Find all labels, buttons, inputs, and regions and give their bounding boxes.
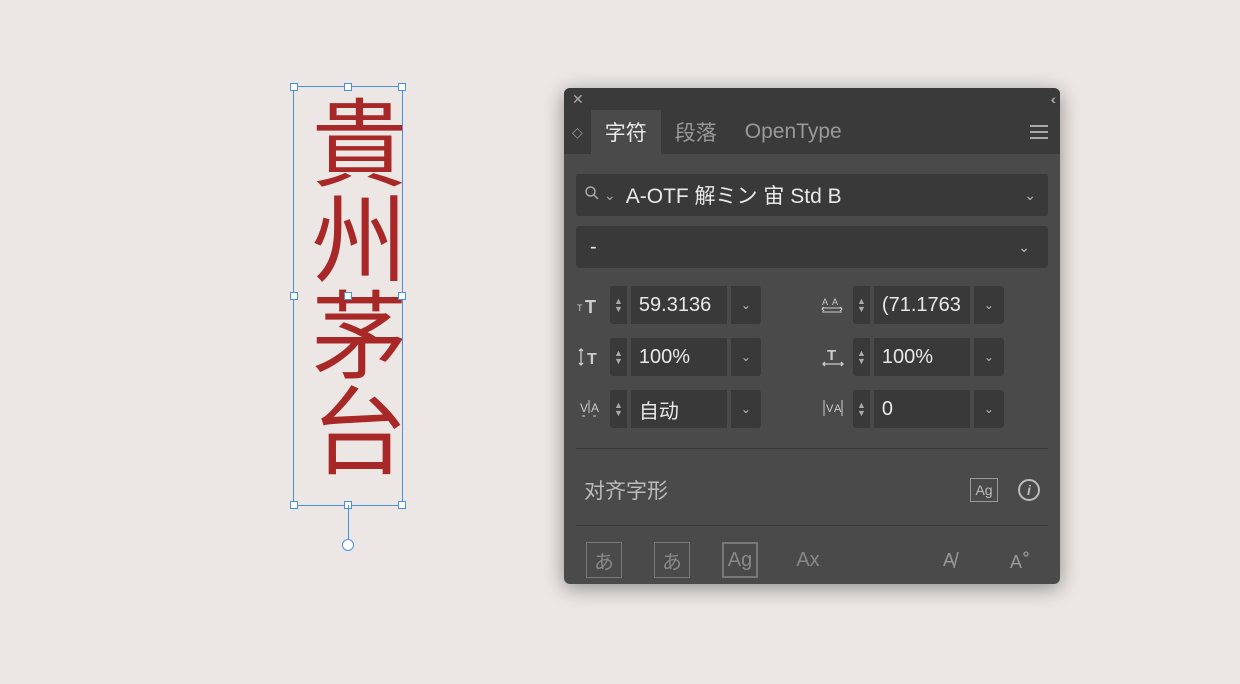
tracking-icon: VA: [819, 396, 849, 422]
vertical-scale-dropdown[interactable]: ⌄: [731, 338, 761, 376]
style-dropdown-icon[interactable]: ⌄: [1014, 235, 1034, 260]
snap-to-glyph-icon[interactable]: Ag: [970, 478, 998, 502]
close-icon[interactable]: ✕: [572, 91, 584, 108]
leading-spinner[interactable]: [853, 286, 870, 324]
vertical-scale-spinner[interactable]: [610, 338, 627, 376]
svg-text:A: A: [822, 297, 828, 307]
collapse-icon[interactable]: ‹‹: [1051, 91, 1052, 107]
tracking-control: VA ⌄: [819, 390, 1048, 428]
tab-character[interactable]: 字符: [591, 110, 661, 154]
svg-text:A: A: [1010, 552, 1022, 572]
svg-text:A: A: [834, 403, 842, 415]
controls-grid: TT ⌄ AA ⌄ T ⌄: [576, 286, 1048, 428]
resize-handle-middle-left[interactable]: [290, 292, 298, 300]
glyph-hiragana-circled-button[interactable]: あ: [654, 542, 690, 578]
tracking-input[interactable]: [874, 390, 970, 428]
glyph-angular-button[interactable]: A: [934, 542, 970, 578]
font-size-dropdown[interactable]: ⌄: [731, 286, 761, 324]
font-family-input[interactable]: [626, 183, 1021, 207]
align-glyphs-header: 对齐字形 Ag i: [576, 448, 1048, 526]
kerning-spinner[interactable]: [610, 390, 627, 428]
character-panel: ✕ ‹‹ ◇ 字符 段落 OpenType ⌄ ⌄ - ⌄ TT: [564, 88, 1060, 584]
vertical-scale-control: T ⌄: [576, 338, 805, 376]
center-point[interactable]: [344, 292, 352, 300]
kerning-input[interactable]: [631, 390, 727, 428]
resize-handle-top-left[interactable]: [290, 83, 298, 91]
leading-control: AA ⌄: [819, 286, 1048, 324]
font-size-icon: TT: [576, 292, 606, 318]
font-size-spinner[interactable]: [610, 286, 627, 324]
tracking-spinner[interactable]: [853, 390, 870, 428]
svg-text:A: A: [943, 550, 955, 570]
leading-icon: AA: [819, 292, 849, 318]
glyph-superscript-button[interactable]: A: [1002, 542, 1038, 578]
glyph-ag-button[interactable]: Ag: [722, 542, 758, 578]
svg-text:A: A: [832, 297, 838, 307]
font-size-control: TT ⌄: [576, 286, 805, 324]
horizontal-scale-dropdown[interactable]: ⌄: [974, 338, 1004, 376]
resize-handle-top-middle[interactable]: [344, 83, 352, 91]
panel-arrange-icon[interactable]: ◇: [572, 124, 583, 141]
svg-text:T: T: [585, 297, 596, 316]
resize-handle-bottom-left[interactable]: [290, 501, 298, 509]
selection-bounds: [293, 86, 403, 506]
horizontal-scale-input[interactable]: [874, 338, 970, 376]
font-style-field[interactable]: - ⌄: [576, 226, 1048, 268]
resize-handle-top-right[interactable]: [398, 83, 406, 91]
align-glyphs-label: 对齐字形: [584, 475, 668, 505]
canvas-text-object[interactable]: 貴州茅台: [293, 86, 403, 506]
tracking-dropdown[interactable]: ⌄: [974, 390, 1004, 428]
panel-titlebar[interactable]: ✕ ‹‹: [564, 88, 1060, 110]
tab-paragraph[interactable]: 段落: [661, 110, 731, 154]
svg-text:T: T: [827, 347, 836, 364]
search-icon: [584, 185, 600, 206]
svg-text:V: V: [580, 401, 588, 415]
svg-text:T: T: [587, 351, 597, 368]
svg-text:T: T: [577, 303, 583, 313]
glyph-hiragana-button[interactable]: あ: [586, 542, 622, 578]
horizontal-scale-spinner[interactable]: [853, 338, 870, 376]
resize-handle-middle-right[interactable]: [398, 292, 406, 300]
panel-body: ⌄ ⌄ - ⌄ TT ⌄ AA: [564, 154, 1060, 598]
chevron-down-icon[interactable]: ⌄: [604, 187, 616, 204]
kerning-dropdown[interactable]: ⌄: [731, 390, 761, 428]
svg-text:A: A: [591, 401, 599, 415]
font-size-input[interactable]: [631, 286, 727, 324]
vertical-scale-icon: T: [576, 344, 606, 370]
glyph-ax-button[interactable]: Ax: [790, 542, 826, 578]
tab-opentype[interactable]: OpenType: [731, 110, 856, 154]
font-family-field[interactable]: ⌄ ⌄: [576, 174, 1048, 216]
info-icon[interactable]: i: [1018, 479, 1040, 501]
kerning-control: VA ⌄: [576, 390, 805, 428]
glyph-buttons-row: あ あ Ag Ax A A: [576, 526, 1048, 578]
font-dropdown-icon[interactable]: ⌄: [1020, 183, 1040, 208]
horizontal-scale-icon: T: [819, 344, 849, 370]
horizontal-scale-control: T ⌄: [819, 338, 1048, 376]
panel-menu-icon[interactable]: [1026, 121, 1052, 143]
leading-dropdown[interactable]: ⌄: [974, 286, 1004, 324]
font-style-value: -: [590, 236, 1014, 259]
leading-input[interactable]: [874, 286, 970, 324]
kerning-icon: VA: [576, 396, 606, 422]
rotation-handle[interactable]: [342, 539, 354, 551]
svg-text:V: V: [826, 403, 834, 415]
resize-handle-bottom-right[interactable]: [398, 501, 406, 509]
tab-bar: ◇ 字符 段落 OpenType: [564, 110, 1060, 154]
vertical-scale-input[interactable]: [631, 338, 727, 376]
